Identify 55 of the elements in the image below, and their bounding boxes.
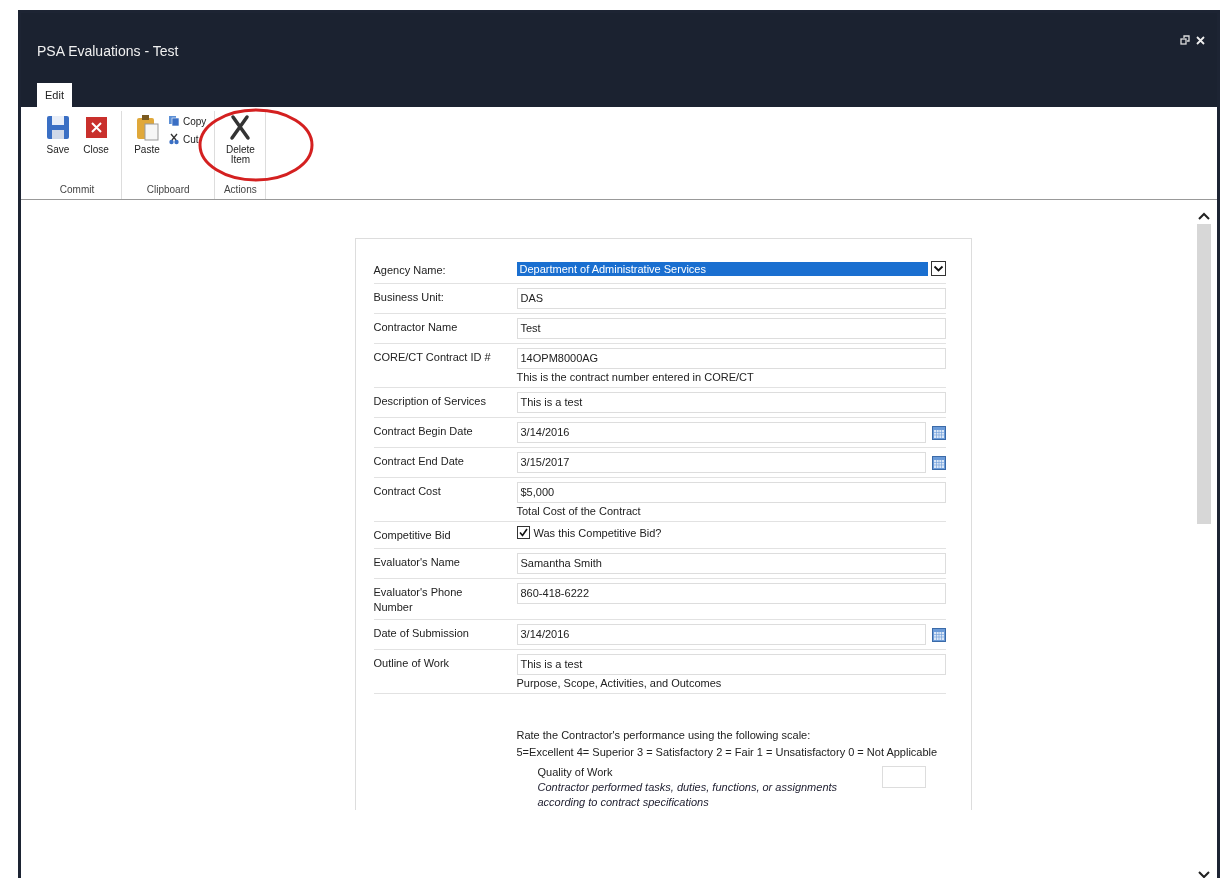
criterion-title: Quality of Work (537, 766, 614, 778)
ribbon-button[interactable]: Copy (168, 115, 207, 127)
criterion-description: Contractor performed tasks, duties, functions, or assignments according to contract specifications (537, 780, 839, 810)
close-icon[interactable] (1196, 35, 1205, 45)
field-label: CORE/CT Contract ID # (373, 350, 492, 365)
ribbon-button[interactable]: Close (79, 111, 113, 157)
field-label: Competitive Bid (373, 528, 452, 543)
scissors-icon (168, 133, 180, 145)
text-field[interactable]: 14OPM8000AG (516, 348, 946, 369)
ribbon-tab[interactable]: Edit (37, 83, 72, 107)
group-label: Clipboard (146, 184, 190, 195)
rating-instructions: Rate the Contractor's performance using the following scale: (516, 728, 812, 743)
text-field[interactable]: 3/14/2016 (516, 624, 926, 645)
text-field[interactable]: This is a test (516, 392, 946, 413)
copy-icon (168, 115, 180, 127)
field-hint: Total Cost of the Contract (516, 505, 642, 517)
rating-scale: 5=Excellent 4= Superior 3 = Satisfactory 2 = Fair 1 = Unsatisfactory 0 = Not Applicable (516, 745, 939, 760)
calendar-icon[interactable] (931, 425, 946, 440)
field-label: Contract Begin Date (373, 424, 474, 439)
field-label: Evaluator's Name (373, 555, 461, 570)
field-label: Agency Name: (373, 263, 447, 278)
text-field[interactable]: 3/14/2016 (516, 422, 926, 443)
scroll-up-icon[interactable] (1198, 212, 1210, 220)
field-label: Outline of Work (373, 656, 451, 671)
text-field[interactable]: This is a test (516, 654, 946, 675)
text-field[interactable]: Samantha Smith (516, 553, 946, 574)
calendar-icon[interactable] (931, 455, 946, 470)
ribbon-button[interactable]: Save (41, 111, 75, 157)
group-label: Commit (59, 184, 95, 195)
text-field[interactable]: 3/15/2017 (516, 452, 926, 473)
text-field[interactable]: $5,000 (516, 482, 946, 503)
field-label: Description of Services (373, 394, 487, 409)
scroll-down-icon[interactable] (1198, 871, 1210, 878)
restore-icon[interactable] (1180, 35, 1190, 45)
text-field[interactable]: 860-418-6222 (516, 583, 946, 604)
calendar-icon[interactable] (931, 627, 946, 642)
field-hint: Purpose, Scope, Activities, and Outcomes (516, 677, 723, 689)
group-label: Actions (223, 184, 257, 195)
field-label: Evaluator's Phone Number (373, 585, 464, 615)
field-hint: This is the contract number entered in CORE/CT (516, 371, 755, 383)
checkbox-label: Was this Competitive Bid? (533, 526, 662, 539)
checkbox[interactable] (516, 526, 530, 539)
field-label: Date of Submission (373, 626, 470, 641)
field-label: Contract End Date (373, 454, 465, 469)
ribbon-button[interactable]: Paste (130, 111, 164, 157)
scrollbar-thumb[interactable] (1197, 224, 1211, 524)
clipboard-icon (134, 113, 160, 141)
ribbon-button[interactable]: Cut (168, 133, 207, 145)
field-label: Business Unit: (373, 290, 445, 305)
text-field[interactable]: Test (516, 318, 946, 339)
text-field[interactable]: DAS (516, 288, 946, 309)
window-title: PSA Evaluations - Test (37, 43, 180, 59)
score-field[interactable] (881, 766, 926, 788)
field-label: Contractor Name (373, 320, 459, 335)
field-label: Contract Cost (373, 484, 442, 499)
